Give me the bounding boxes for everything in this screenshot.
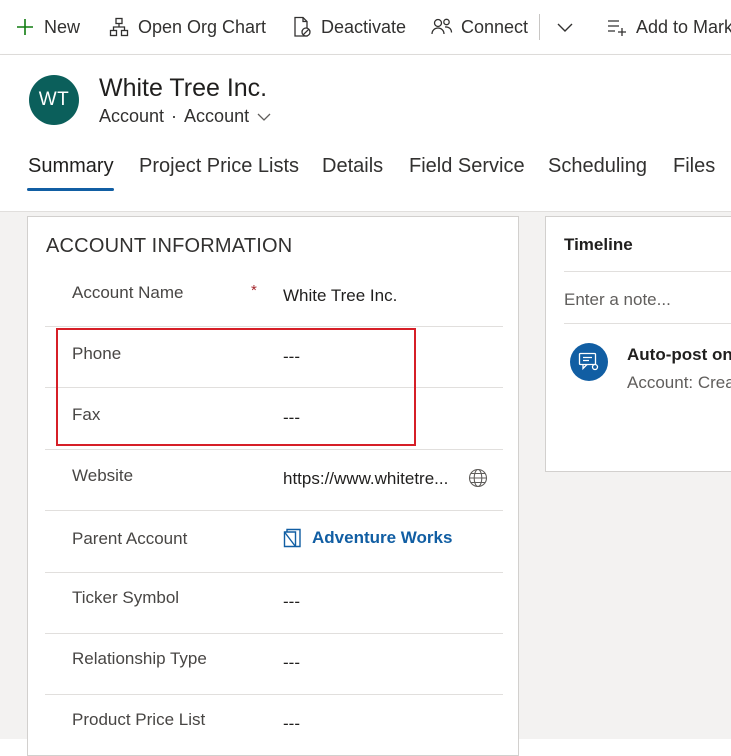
- fax-value[interactable]: ---: [283, 408, 300, 428]
- plus-icon: [14, 16, 36, 38]
- parent-account-name: Adventure Works: [312, 528, 453, 547]
- auto-post-icon: [570, 343, 608, 381]
- add-to-list-icon: [606, 16, 628, 38]
- timeline-title: Timeline: [564, 235, 633, 254]
- open-org-chart-button[interactable]: Open Org Chart: [108, 0, 266, 54]
- tab-summary[interactable]: Summary: [28, 155, 114, 178]
- field-label: Parent Account: [72, 529, 188, 548]
- record-title: White Tree Inc.: [99, 74, 268, 102]
- field-row-phone: Phone ---: [45, 326, 503, 388]
- org-chart-icon: [108, 16, 130, 38]
- field-row-parent-account: Parent Account Adventure Works: [45, 510, 503, 572]
- field-row-relationship-type: Relationship Type ---: [45, 633, 503, 695]
- connect-label: Connect: [461, 16, 529, 37]
- field-label: Relationship Type: [72, 649, 207, 668]
- add-to-marketing-list-label: Add to Mark: [636, 16, 731, 37]
- add-to-marketing-list-button[interactable]: Add to Mark: [606, 0, 731, 54]
- field-label: Website: [72, 466, 134, 485]
- open-org-chart-label: Open Org Chart: [138, 16, 267, 37]
- field-row-account-name: Account Name * White Tree Inc.: [45, 264, 503, 325]
- product-price-list-value[interactable]: ---: [283, 714, 300, 734]
- timeline-panel: Timeline Enter a note... Auto-post on Ac…: [545, 216, 731, 472]
- website-value[interactable]: https://www.whitetre...: [283, 469, 448, 489]
- avatar: WT: [29, 75, 79, 125]
- required-indicator: *: [251, 282, 257, 299]
- ticker-symbol-value[interactable]: ---: [283, 592, 300, 612]
- more-commands-chevron[interactable]: [554, 0, 584, 54]
- field-label: Ticker Symbol: [72, 588, 180, 607]
- deactivate-icon: [291, 16, 313, 38]
- tab-project-price-lists[interactable]: Project Price Lists: [139, 155, 299, 178]
- field-label: Fax: [72, 405, 101, 424]
- account-name-value[interactable]: White Tree Inc.: [283, 286, 397, 306]
- command-bar: New Open Org Chart Deactivate Connect Ad…: [0, 0, 731, 55]
- tab-scheduling[interactable]: Scheduling: [548, 155, 647, 178]
- active-tab-indicator: [27, 188, 114, 191]
- chevron-down-icon[interactable]: [257, 112, 271, 122]
- field-row-product-price-list: Product Price List ---: [45, 694, 503, 756]
- field-label: Phone: [72, 344, 122, 363]
- connect-button[interactable]: Connect: [431, 0, 528, 54]
- subtitle-separator: ·: [171, 106, 178, 126]
- parent-account-link[interactable]: Adventure Works: [283, 528, 452, 548]
- tab-details[interactable]: Details: [322, 155, 383, 178]
- field-label: Account Name: [72, 283, 184, 302]
- section-title: ACCOUNT INFORMATION: [46, 235, 293, 257]
- field-row-fax: Fax ---: [45, 387, 503, 449]
- entity-name: Account: [99, 106, 165, 126]
- tab-field-service[interactable]: Field Service: [409, 155, 525, 178]
- divider: [564, 323, 731, 324]
- new-label: New: [44, 16, 81, 37]
- account-information-section: ACCOUNT INFORMATION Account Name * White…: [27, 216, 519, 756]
- form-body: ACCOUNT INFORMATION Account Name * White…: [0, 212, 731, 756]
- divider: [564, 271, 731, 272]
- field-row-ticker-symbol: Ticker Symbol ---: [45, 572, 503, 634]
- tab-files[interactable]: Files: [673, 155, 715, 178]
- field-label: Product Price List: [72, 710, 206, 729]
- note-input[interactable]: Enter a note...: [564, 290, 671, 310]
- account-record-icon: [283, 528, 302, 548]
- field-row-website: Website https://www.whitetre...: [45, 449, 503, 511]
- deactivate-label: Deactivate: [321, 16, 407, 37]
- deactivate-button[interactable]: Deactivate: [291, 0, 406, 54]
- globe-icon[interactable]: [468, 468, 488, 488]
- timeline-post-subtitle: Account: Crea: [627, 373, 731, 392]
- command-separator: [539, 14, 540, 40]
- new-button[interactable]: New: [14, 0, 80, 54]
- relationship-type-value[interactable]: ---: [283, 653, 300, 673]
- form-selector[interactable]: Account: [184, 106, 249, 127]
- chevron-down-icon: [554, 16, 576, 38]
- connect-icon: [431, 16, 453, 38]
- record-header: WT White Tree Inc. Account · Account Sum…: [0, 55, 731, 212]
- record-subtitle: Account · Account: [99, 106, 271, 127]
- phone-value[interactable]: ---: [283, 347, 300, 367]
- timeline-post-title[interactable]: Auto-post on: [627, 345, 731, 365]
